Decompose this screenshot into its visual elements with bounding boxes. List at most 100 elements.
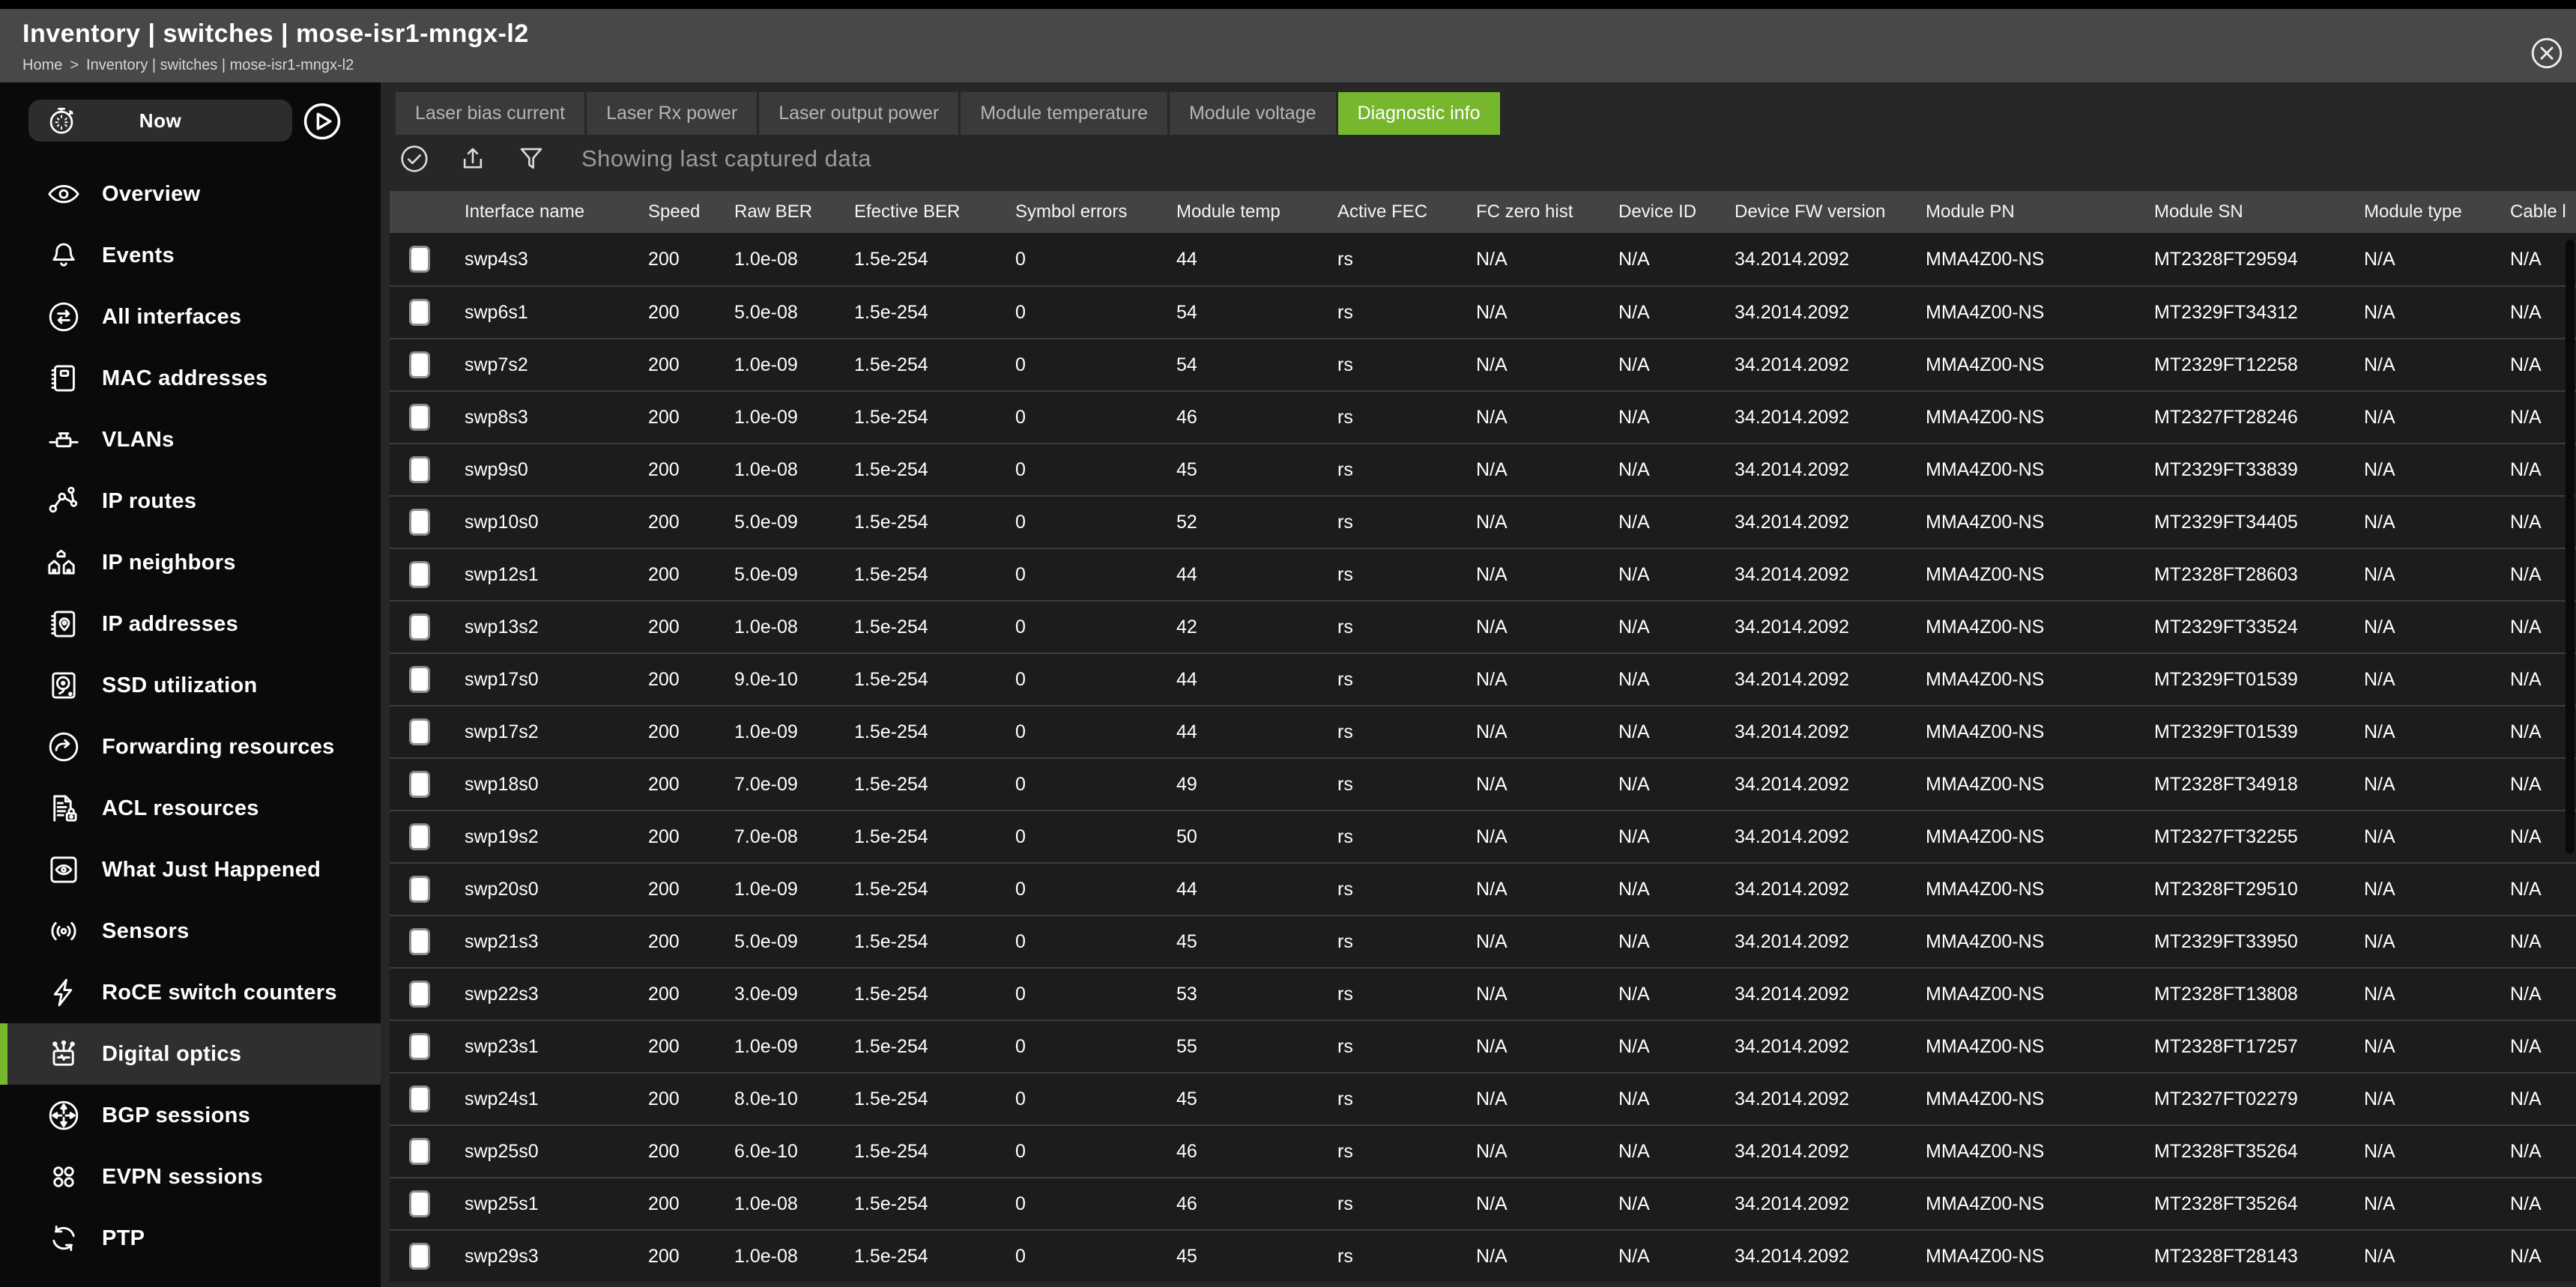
cell-raw-ber: 1.0e-08 [719,459,839,481]
column-header-module-pn[interactable]: Module PN [1911,202,2139,222]
filter-icon[interactable] [515,143,547,175]
row-checkbox[interactable] [409,1138,430,1165]
table-row[interactable]: swp24s12008.0e-101.5e-254045rsN/AN/A34.2… [390,1072,2576,1124]
table-row[interactable]: swp12s12005.0e-091.5e-254044rsN/AN/A34.2… [390,548,2576,600]
table-row[interactable]: swp19s22007.0e-081.5e-254050rsN/AN/A34.2… [390,810,2576,862]
tab-diagnostic-info[interactable]: Diagnostic info [1338,92,1500,135]
row-checkbox[interactable] [409,771,430,798]
table-row[interactable]: swp20s02001.0e-091.5e-254044rsN/AN/A34.2… [390,862,2576,915]
row-checkbox[interactable] [409,876,430,903]
row-checkbox[interactable] [409,1190,430,1217]
table-row[interactable]: swp7s22001.0e-091.5e-254054rsN/AN/A34.20… [390,338,2576,390]
column-header-interface-name[interactable]: Interface name [450,202,633,222]
sidebar-item-ip-routes[interactable]: IP routes [0,470,381,532]
row-checkbox[interactable] [409,666,430,693]
sidebar-item-bgp-sessions[interactable]: BGP sessions [0,1085,381,1146]
column-header-module-sn[interactable]: Module SN [2139,202,2349,222]
table-row[interactable]: swp22s32003.0e-091.5e-254053rsN/AN/A34.2… [390,967,2576,1020]
table-row[interactable]: swp23s12001.0e-091.5e-254055rsN/AN/A34.2… [390,1020,2576,1072]
sidebar-item-ip-neighbors[interactable]: IP neighbors [0,532,381,593]
cell-device-id: N/A [1603,774,1720,796]
sidebar-item-label: Sensors [102,919,190,944]
sidebar-item-ptp[interactable]: PTP [0,1208,381,1269]
table-row[interactable]: swp6s12005.0e-081.5e-254054rsN/AN/A34.20… [390,285,2576,338]
column-header-active-fec[interactable]: Active FEC [1322,202,1461,222]
table-row[interactable]: swp13s22001.0e-081.5e-254042rsN/AN/A34.2… [390,600,2576,652]
row-checkbox[interactable] [409,1085,430,1112]
cell-device-fw-version: 34.2014.2092 [1720,1246,1911,1268]
eye-square-icon [46,853,81,887]
vertical-scrollbar-thumb[interactable] [2566,240,2575,854]
table-row[interactable]: swp29s32001.0e-081.5e-254045rsN/AN/A34.2… [390,1229,2576,1282]
column-header-speed[interactable]: Speed [633,202,719,222]
row-checkbox[interactable] [409,456,430,483]
cell-symbol-errors: 0 [1000,354,1161,376]
sidebar-item-all-interfaces[interactable]: All interfaces [0,286,381,348]
export-icon[interactable] [457,143,489,175]
sidebar-item-acl-resources[interactable]: ACL resources [0,778,381,839]
table-row[interactable]: swp25s02006.0e-101.5e-254046rsN/AN/A34.2… [390,1124,2576,1177]
table-row[interactable]: swp4s32001.0e-081.5e-254044rsN/AN/A34.20… [390,233,2576,285]
row-checkbox[interactable] [409,928,430,955]
table-row[interactable]: swp10s02005.0e-091.5e-254052rsN/AN/A34.2… [390,495,2576,548]
column-header-fc-zero-hist[interactable]: FC zero hist [1461,202,1603,222]
breadcrumb-home[interactable]: Home [22,57,62,74]
table-row[interactable]: swp18s02007.0e-091.5e-254049rsN/AN/A34.2… [390,757,2576,810]
row-checkbox[interactable] [409,561,430,588]
column-header-symbol-errors[interactable]: Symbol errors [1000,202,1161,222]
row-checkbox[interactable] [409,351,430,378]
cell-module-temp: 54 [1161,302,1322,324]
row-checkbox[interactable] [409,509,430,536]
sidebar-item-events[interactable]: Events [0,225,381,286]
table-row[interactable]: swp17s02009.0e-101.5e-254044rsN/AN/A34.2… [390,652,2576,705]
tab-laser-bias-current[interactable]: Laser bias current [396,92,584,135]
row-checkbox[interactable] [409,1033,430,1060]
sidebar-item-overview[interactable]: Overview [0,163,381,225]
row-checkbox[interactable] [409,718,430,745]
row-checkbox[interactable] [409,404,430,431]
column-header-module-temp[interactable]: Module temp [1161,202,1322,222]
tab-module-voltage[interactable]: Module voltage [1170,92,1336,135]
row-checkbox[interactable] [409,981,430,1008]
tab-laser-rx-power[interactable]: Laser Rx power [587,92,757,135]
column-header-device-fw-version[interactable]: Device FW version [1720,202,1911,222]
sidebar-item-what-just-happened[interactable]: What Just Happened [0,839,381,900]
cell-device-id: N/A [1603,1246,1720,1268]
cell-active-fec: rs [1322,984,1461,1005]
close-icon[interactable] [2530,36,2564,70]
column-header-module-type[interactable]: Module type [2349,202,2495,222]
table-row[interactable]: swp21s32005.0e-091.5e-254045rsN/AN/A34.2… [390,915,2576,967]
cell-symbol-errors: 0 [1000,669,1161,691]
table-row[interactable]: swp25s12001.0e-081.5e-254046rsN/AN/A34.2… [390,1177,2576,1229]
breadcrumb-separator: > [70,57,79,74]
time-picker-button[interactable]: Now [28,100,292,142]
sidebar-item-vlans[interactable]: VLANs [0,409,381,470]
sidebar-item-ip-addresses[interactable]: IP addresses [0,593,381,655]
row-checkbox[interactable] [409,1243,430,1270]
row-checkbox[interactable] [409,246,430,273]
sidebar-item-forwarding-resources[interactable]: Forwarding resources [0,716,381,778]
table-row[interactable]: swp9s02001.0e-081.5e-254045rsN/AN/A34.20… [390,443,2576,495]
sidebar-item-ssd-utilization[interactable]: SSD utilization [0,655,381,716]
play-button[interactable] [301,100,343,142]
row-checkbox[interactable] [409,823,430,850]
check-circle-icon[interactable] [399,143,430,175]
sidebar-item-evpn-sessions[interactable]: EVPN sessions [0,1146,381,1208]
row-checkbox[interactable] [409,299,430,326]
table-row[interactable]: swp8s32001.0e-091.5e-254046rsN/AN/A34.20… [390,390,2576,443]
cell-interface-name: swp13s2 [450,617,633,638]
column-header-raw-ber[interactable]: Raw BER [719,202,839,222]
cell-device-id: N/A [1603,1036,1720,1058]
table-row[interactable]: swp17s22001.0e-091.5e-254044rsN/AN/A34.2… [390,705,2576,757]
sidebar-item-roce-switch-counters[interactable]: RoCE switch counters [0,962,381,1023]
column-header-device-id[interactable]: Device ID [1603,202,1720,222]
row-checkbox[interactable] [409,614,430,641]
column-header-efective-ber[interactable]: Efective BER [839,202,1000,222]
sidebar-item-digital-optics[interactable]: Digital optics [0,1023,381,1085]
column-header-cable-l[interactable]: Cable l [2495,202,2576,222]
sidebar-item-mac-addresses[interactable]: MAC addresses [0,348,381,409]
cell-fc-zero-hist: N/A [1461,564,1603,586]
tab-laser-output-power[interactable]: Laser output power [759,92,958,135]
tab-module-temperature[interactable]: Module temperature [961,92,1167,135]
sidebar-item-sensors[interactable]: Sensors [0,900,381,962]
